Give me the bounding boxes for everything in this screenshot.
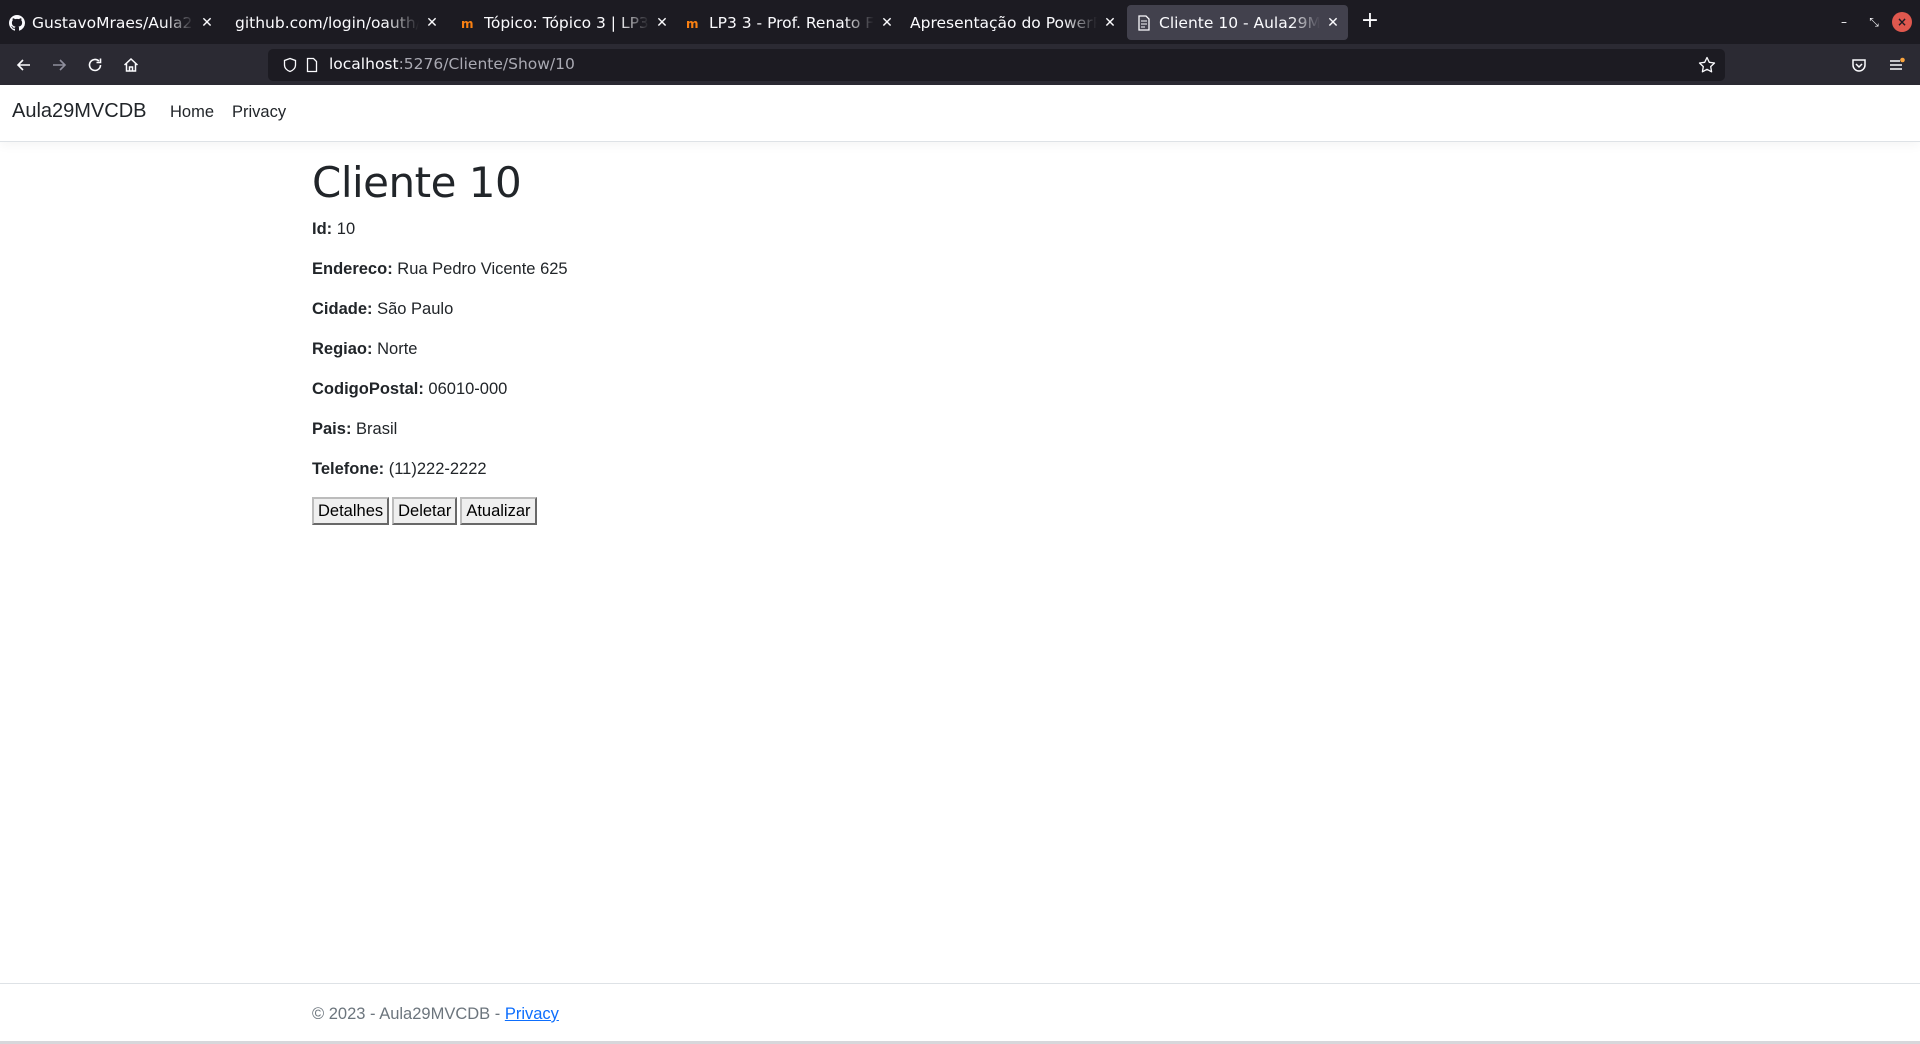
close-tab-icon[interactable]: ✕ [1103,16,1117,30]
browser-tab[interactable]: GustavoMraes/Aula29MVCDB ✕ [0,5,222,40]
footer-text: © 2023 - Aula29MVCDB - Privacy [312,1005,559,1024]
browser-tab[interactable]: github.com/login/oauth/authorize ✕ [222,5,447,40]
home-icon[interactable] [118,52,144,78]
svg-text:m: m [686,17,699,31]
field-value: (11)222-2222 [388,460,487,478]
close-window-icon[interactable]: × [1892,12,1912,32]
url-text[interactable]: localhost:5276/Cliente/Show/10 [329,55,575,73]
field-endereco: Endereco: Rua Pedro Vicente 625 [312,258,1712,280]
field-label: Pais: [312,420,352,438]
github-icon [9,14,25,31]
nav-link-privacy[interactable]: Privacy [232,103,286,122]
field-label: Cidade: [312,300,373,318]
footer-copyright: © 2023 - Aula29MVCDB - [312,1005,505,1023]
url-path: :5276/Cliente/Show/10 [398,55,575,73]
field-value: São Paulo [377,300,454,318]
delete-button[interactable]: Deletar [392,497,458,525]
tab-title: Tópico: Tópico 3 | LP3 3 [484,13,649,32]
field-label: Regiao: [312,340,373,358]
footer-privacy-link[interactable]: Privacy [505,1005,559,1023]
bookmark-star-icon[interactable] [1697,55,1717,75]
address-bar[interactable]: localhost:5276/Cliente/Show/10 [268,49,1725,81]
page-icon [1136,14,1152,31]
forward-icon[interactable] [46,52,72,78]
nav-link-home[interactable]: Home [170,103,214,122]
site-footer: © 2023 - Aula29MVCDB - Privacy [0,983,1920,1041]
pocket-icon[interactable] [1846,52,1872,78]
minimize-icon[interactable]: – [1834,12,1854,32]
field-codigo-postal: CodigoPostal: 06010-000 [312,378,1712,400]
field-value: 10 [336,220,356,238]
field-value: Norte [377,340,418,358]
details-button[interactable]: Detalhes [312,497,390,525]
update-button[interactable]: Atualizar [460,497,537,525]
tab-title: LP3 3 - Prof. Renato Fernandes [709,13,874,32]
close-tab-icon[interactable]: ✕ [880,16,894,30]
tab-title: GustavoMraes/Aula29MVCDB [32,13,194,32]
restore-icon[interactable]: ⤡ [1864,12,1884,32]
field-label: Id: [312,220,333,238]
page-title: Cliente 10 [312,158,522,207]
field-label: Endereco: [312,260,393,278]
back-icon[interactable] [11,52,37,78]
action-buttons: Detalhes Deletar Atualizar [312,497,1712,525]
browser-tab-strip: GustavoMraes/Aula29MVCDB ✕ github.com/lo… [0,0,1920,44]
menu-icon[interactable] [1883,52,1909,78]
field-pais: Pais: Brasil [312,418,1712,440]
main-content: Cliente 10 Id: 10 Endereco: Rua Pedro Vi… [312,158,1712,525]
brand-link[interactable]: Aula29MVCDB [12,100,147,123]
close-tab-icon[interactable]: ✕ [200,16,214,30]
field-telefone: Telefone: (11)222-2222 [312,458,1712,480]
browser-tab[interactable]: m LP3 3 - Prof. Renato Fernandes ✕ [677,5,902,40]
field-id: Id: 10 [312,218,1712,240]
field-label: Telefone: [312,460,385,478]
field-value: 06010-000 [428,380,508,398]
field-label: CodigoPostal: [312,380,424,398]
shield-icon[interactable] [282,57,298,73]
moodle-icon: m [686,15,702,31]
close-tab-icon[interactable]: ✕ [1326,16,1340,30]
url-host: localhost [329,55,399,73]
moodle-icon: m [461,15,477,31]
close-tab-icon[interactable]: ✕ [655,16,669,30]
tab-title: Cliente 10 - Aula29MVCDB [1159,13,1320,32]
reload-icon[interactable] [82,52,108,78]
field-value: Brasil [356,420,398,438]
site-navbar: Aula29MVCDB Home Privacy [0,85,1920,142]
browser-tab-active[interactable]: Cliente 10 - Aula29MVCDB ✕ [1127,5,1348,40]
tab-title: github.com/login/oauth/authorize [235,13,419,32]
browser-tab[interactable]: Apresentação do PowerPoint ✕ [902,5,1125,40]
new-tab-button[interactable]: + [1358,10,1382,34]
close-tab-icon[interactable]: ✕ [425,16,439,30]
field-regiao: Regiao: Norte [312,338,1712,360]
page-info-icon[interactable] [304,57,320,73]
field-cidade: Cidade: São Paulo [312,298,1712,320]
browser-tab[interactable]: m Tópico: Tópico 3 | LP3 3 ✕ [452,5,677,40]
tab-title: Apresentação do PowerPoint [910,13,1097,32]
field-value: Rua Pedro Vicente 625 [397,260,568,278]
svg-text:m: m [461,17,474,31]
